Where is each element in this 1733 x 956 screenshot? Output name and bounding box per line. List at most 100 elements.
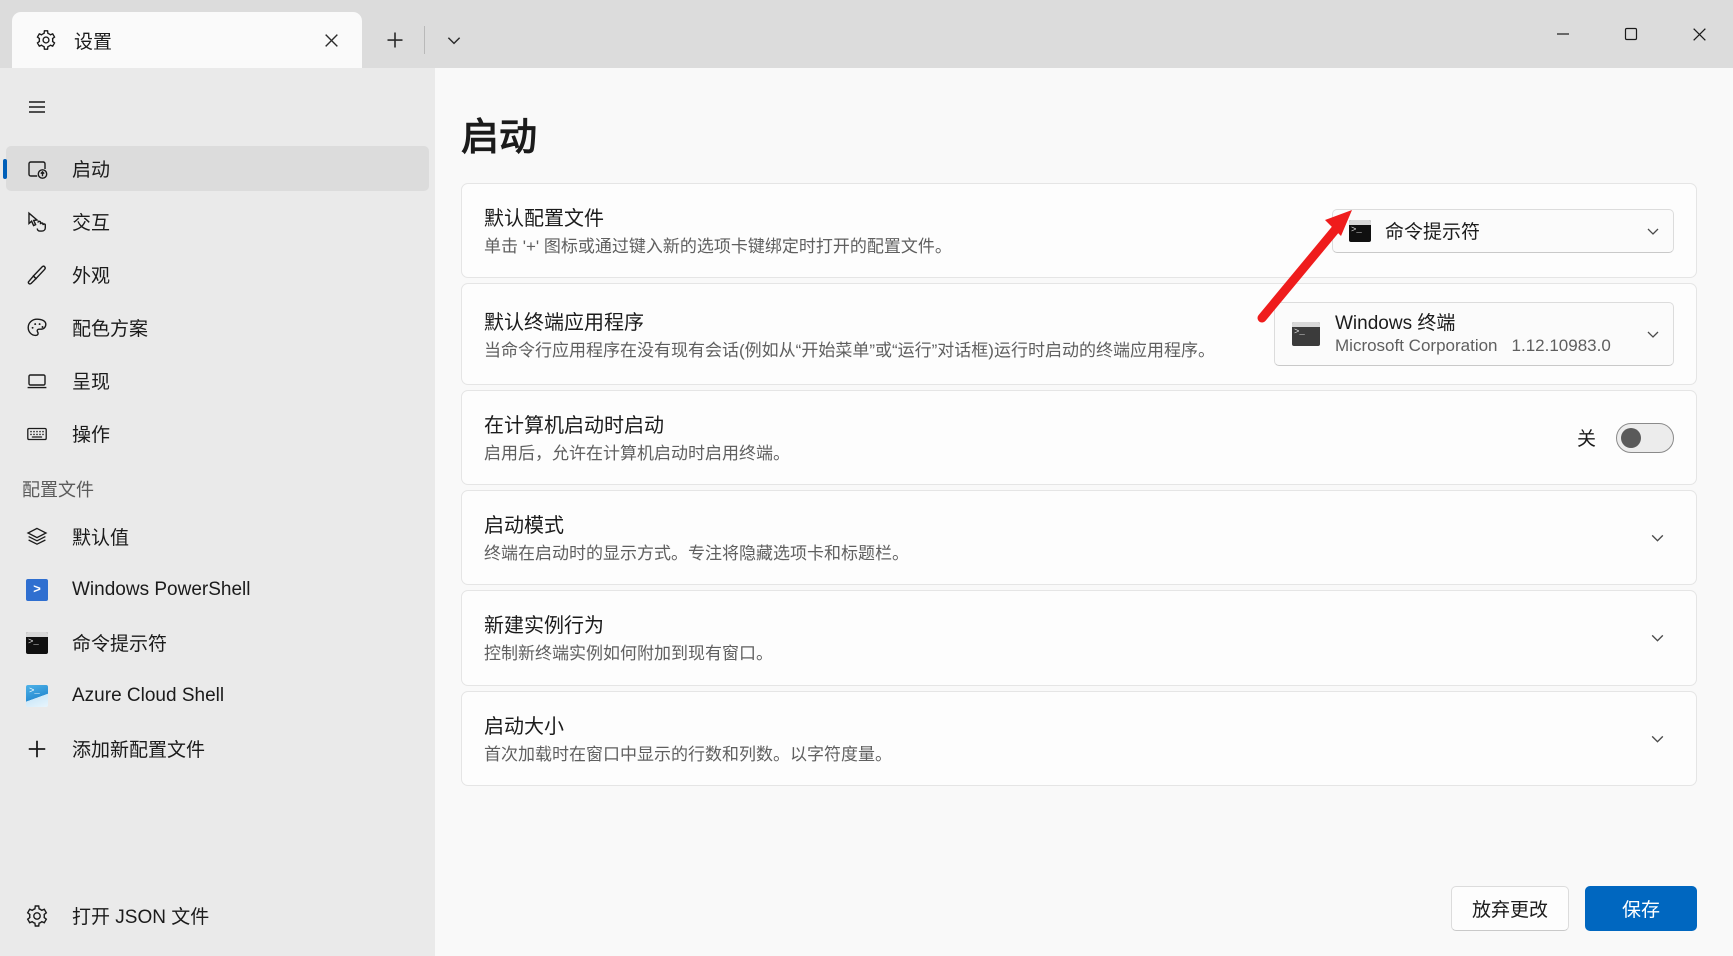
layers-icon (24, 524, 50, 550)
sidebar-item-add-new-profile[interactable]: 添加新配置文件 (6, 726, 429, 771)
main-content: 启动 默认配置文件 单击 '+' 图标或通过键入新的选项卡键绑定时打开的配置文件… (435, 68, 1733, 956)
setting-card-launch-size[interactable]: 启动大小 首次加载时在窗口中显示的行数和列数。以字符度量。 (461, 690, 1697, 786)
setting-card-default-profile: 默认配置文件 单击 '+' 图标或通过键入新的选项卡键绑定时打开的配置文件。 命… (461, 183, 1697, 279)
setting-text: 默认配置文件 单击 '+' 图标或通过键入新的选项卡键绑定时打开的配置文件。 (484, 202, 1332, 259)
keyboard-icon (24, 421, 50, 447)
sidebar-item-color-schemes[interactable]: 配色方案 (6, 305, 429, 350)
sidebar-item-rendering[interactable]: 呈现 (6, 358, 429, 403)
toggle-knob (1621, 427, 1641, 448)
sidebar-item-command-prompt[interactable]: 命令提示符 (6, 620, 429, 665)
sidebar-item-appearance[interactable]: 外观 (6, 252, 429, 297)
azure-cloud-shell-icon (24, 683, 50, 709)
plus-icon (24, 736, 50, 762)
tab-dropdown-button[interactable] (431, 17, 477, 63)
page-title: 启动 (461, 117, 538, 159)
setting-title: 在计算机启动时启动 (484, 415, 664, 438)
version-number: 1.12.10983.0 (1511, 336, 1611, 356)
default-profile-dropdown[interactable]: 命令提示符 (1332, 208, 1674, 253)
setting-control (1640, 621, 1674, 655)
setting-title: 启动模式 (484, 515, 564, 538)
sidebar-item-actions[interactable]: 操作 (6, 411, 429, 456)
setting-control: 命令提示符 (1332, 208, 1674, 253)
sidebar-navigation: 启动 交互 外观 配色方案 呈现 操作 配置文件 默认值 > Windows P… (0, 68, 435, 956)
setting-card-launch-mode[interactable]: 启动模式 终端在启动时的显示方式。专注将隐藏选项卡和标题栏。 (461, 490, 1697, 586)
setting-control (1640, 721, 1674, 755)
sidebar-item-label: Windows PowerShell (72, 578, 251, 600)
setting-text: 新建实例行为 控制新终端实例如何附加到现有窗口。 (484, 609, 1640, 666)
default-terminal-app-dropdown[interactable]: Windows 终端 Microsoft Corporation 1.12.109… (1274, 302, 1674, 367)
setting-title: 启动大小 (484, 715, 564, 738)
sidebar-item-startup[interactable]: 启动 (6, 146, 429, 191)
tab-close-icon[interactable] (314, 23, 348, 57)
dropdown-value: 命令提示符 (1385, 222, 1481, 244)
toggle-state-label: 关 (1576, 429, 1596, 451)
sidebar-item-label: 添加新配置文件 (72, 740, 206, 761)
paintbrush-icon (24, 262, 50, 288)
sidebar-item-open-json-file[interactable]: 打开 JSON 文件 (6, 893, 429, 938)
title-bar: 设置 (0, 0, 1733, 68)
sidebar-item-label: 呈现 (72, 372, 111, 393)
setting-description: 控制新终端实例如何附加到现有窗口。 (484, 644, 773, 664)
setting-control: 关 (1576, 422, 1674, 453)
sidebar-item-label: 外观 (72, 266, 111, 287)
sidebar-item-defaults[interactable]: 默认值 (6, 514, 429, 559)
chevron-down-icon[interactable] (1640, 621, 1674, 655)
setting-title: 默认配置文件 (484, 208, 604, 230)
new-tab-button[interactable] (372, 17, 418, 63)
chevron-down-icon (1645, 223, 1661, 239)
hamburger-icon[interactable] (12, 82, 62, 132)
setting-text: 启动大小 首次加载时在窗口中显示的行数和列数。以字符度量。 (484, 710, 1640, 767)
gear-icon (34, 28, 58, 52)
sidebar-item-windows-powershell[interactable]: > Windows PowerShell (6, 567, 429, 612)
tab-settings[interactable]: 设置 (12, 12, 362, 68)
window-close-button[interactable] (1665, 0, 1733, 68)
sidebar-item-azure-cloud-shell[interactable]: Azure Cloud Shell (6, 673, 429, 718)
launch-icon (24, 156, 50, 182)
publisher-name: Microsoft Corporation (1335, 336, 1498, 356)
sidebar-item-interaction[interactable]: 交互 (6, 199, 429, 244)
setting-card-default-terminal-app: 默认终端应用程序 当命令行应用程序在没有现有会话(例如从“开始菜单”或“运行”对… (461, 283, 1697, 386)
launch-on-startup-toggle[interactable] (1616, 422, 1674, 453)
setting-description: 首次加载时在窗口中显示的行数和列数。以字符度量。 (484, 744, 892, 764)
setting-card-launch-on-startup: 在计算机启动时启动 启用后，允许在计算机启动时启用终端。 关 (461, 390, 1697, 486)
setting-title: 默认终端应用程序 (484, 311, 644, 334)
setting-text: 启动模式 终端在启动时的显示方式。专注将隐藏选项卡和标题栏。 (484, 509, 1640, 566)
sidebar-item-label: 命令提示符 (72, 634, 168, 655)
setting-control (1640, 521, 1674, 555)
sidebar-item-label: Azure Cloud Shell (72, 684, 225, 706)
powershell-icon: > (24, 577, 50, 603)
settings-window: 设置 启动 交互 外观 配色方案 呈现 操作 配置文件 默认值 > Window… (0, 0, 1733, 956)
chevron-down-icon[interactable] (1640, 521, 1674, 555)
setting-card-new-instance-behavior[interactable]: 新建实例行为 控制新终端实例如何附加到现有窗口。 (461, 590, 1697, 686)
setting-description: 当命令行应用程序在没有现有会话(例如从“开始菜单”或“运行”对话框)运行时启动的… (484, 340, 1215, 360)
discard-changes-button[interactable]: 放弃更改 (1450, 885, 1569, 931)
chevron-down-icon (1645, 326, 1661, 342)
setting-text: 默认终端应用程序 当命令行应用程序在没有现有会话(例如从“开始菜单”或“运行”对… (484, 306, 1274, 363)
tab-divider (424, 26, 425, 54)
nav-section-profiles-header: 配置文件 (22, 480, 94, 500)
maximize-button[interactable] (1597, 0, 1665, 68)
save-button[interactable]: 保存 (1585, 885, 1697, 931)
minimize-button[interactable] (1529, 0, 1597, 68)
tab-strip: 设置 (0, 0, 477, 68)
sidebar-item-label: 配色方案 (72, 319, 149, 340)
nav-main-list: 启动 交互 外观 配色方案 呈现 操作 (0, 142, 435, 460)
command-prompt-icon (24, 630, 50, 656)
dropdown-value: Windows 终端 (1335, 312, 1456, 334)
palette-icon (24, 315, 50, 341)
setting-title: 新建实例行为 (484, 615, 604, 638)
tab-title: 设置 (74, 31, 113, 53)
window-controls (1529, 0, 1733, 68)
nav-profiles-list: 默认值 > Windows PowerShell 命令提示符 (0, 510, 435, 775)
dropdown-subtext: Microsoft Corporation 1.12.10983.0 (1335, 335, 1631, 356)
gear-icon (24, 903, 50, 929)
command-prompt-icon (1349, 219, 1371, 242)
nav-footer-list: 打开 JSON 文件 (0, 889, 435, 956)
setting-text: 在计算机启动时启动 启用后，允许在计算机启动时启用终端。 (484, 409, 1577, 466)
sidebar-item-label: 默认值 (72, 528, 130, 549)
chevron-down-icon[interactable] (1640, 721, 1674, 755)
cursor-hand-icon (24, 209, 50, 235)
sidebar-item-label: 交互 (72, 213, 111, 234)
action-footer: 放弃更改 保存 (435, 860, 1733, 956)
